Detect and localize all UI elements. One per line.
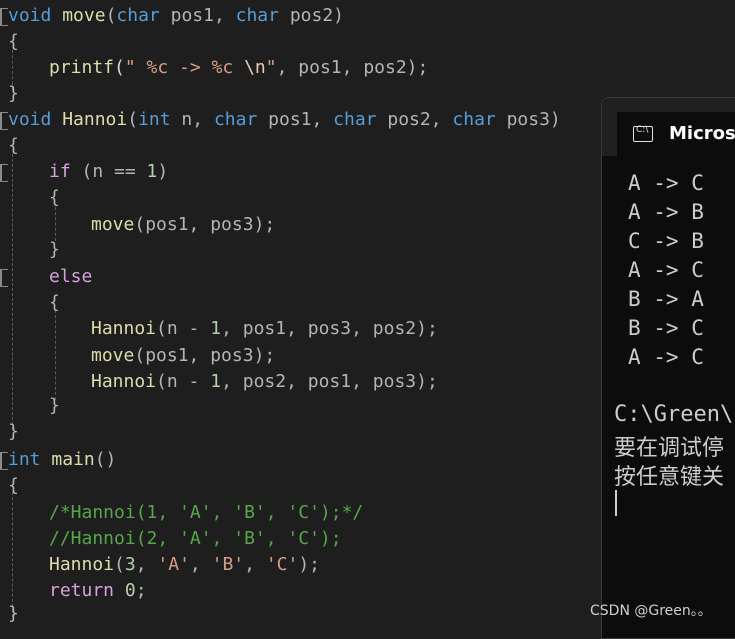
fold-marker[interactable] [0,269,8,287]
code-line[interactable]: { [8,474,19,498]
console-path: C:\Green\ [614,402,734,427]
function-name: Hannoi [62,109,128,130]
code-line[interactable]: } [8,602,19,626]
number-literal: 0 [124,580,136,601]
code-line[interactable]: { [49,291,60,315]
code-line[interactable]: void Hannoi(int n, char pos1, char pos2,… [8,108,561,132]
indent-guide [12,154,13,430]
function-name: main [51,449,95,470]
keyword: char [333,109,377,130]
code-line[interactable]: if (n == 1) [49,160,168,184]
code-line[interactable]: int main() [8,448,116,472]
code-line[interactable]: { [8,134,19,158]
fold-marker[interactable] [0,164,8,182]
code-line[interactable]: move(pos1, pos3); [91,213,275,237]
console-title: Microso [669,123,735,144]
indent-guide [12,492,13,617]
number-literal: 3 [124,554,136,575]
fold-marker[interactable] [0,112,8,130]
function-name: Hannoi [91,371,157,392]
keyword: char [213,109,258,130]
number-literal: 1 [210,318,222,339]
char-literal: 'A' [157,554,190,575]
fold-marker[interactable] [0,8,8,26]
keyword: if [49,161,71,182]
code-line[interactable]: Hannoi(n - 1, pos2, pos1, pos3); [91,370,438,394]
console-message: 要在调试停 [614,436,725,461]
code-line[interactable]: else [49,265,92,289]
function-name: move [91,345,135,366]
text-cursor [615,490,617,516]
code-line[interactable]: //Hannoi(2, 'A', 'B', 'C'); [49,527,342,551]
fold-marker[interactable] [0,452,8,470]
console-output-line: A -> C [628,345,704,369]
keyword: char [235,5,279,26]
code-line[interactable]: } [8,82,19,106]
code-line[interactable]: } [49,238,60,262]
char-literal: 'B' [211,554,245,575]
code-line[interactable]: { [49,186,60,210]
number-literal: 1 [146,161,158,182]
code-line[interactable]: { [8,30,19,54]
function-name: Hannoi [91,318,157,339]
console-output-line: A -> C [628,171,704,195]
indent-guide [55,310,56,400]
keyword: int [8,449,41,470]
code-line[interactable]: return 0; [49,579,147,603]
code-line[interactable]: } [49,394,60,418]
keyword: void [8,5,52,26]
keyword: char [116,5,160,26]
console-output-line: A -> B [628,200,704,224]
code-line[interactable]: move(pos1, pos3); [91,344,275,368]
keyword: return [49,580,115,601]
watermark: CSDN @Green。。 [590,603,712,619]
code-line[interactable]: Hannoi(n - 1, pos1, pos3, pos2); [91,317,438,341]
function-name: Hannoi [49,554,115,575]
function-name: printf [49,57,115,78]
code-line[interactable]: } [8,420,19,444]
console-output-line: C -> B [628,229,704,253]
keyword: int [138,109,171,130]
code-line[interactable]: printf(" %c -> %c \n", pos1, pos2); [49,56,428,80]
keyword: char [452,109,496,130]
console-tab[interactable]: C:\ Microso [617,112,735,156]
comment: /*Hannoi(1, 'A', 'B', 'C');*/ [49,502,364,523]
function-name: move [62,5,106,26]
console-message: 按任意键关 [614,465,725,490]
code-line[interactable]: void move(char pos1, char pos2) [8,4,344,28]
code-line[interactable]: Hannoi(3, 'A', 'B', 'C'); [49,553,320,577]
function-name: move [91,214,135,235]
indent-guide [55,207,56,241]
char-literal: 'C' [265,554,299,575]
console-titlebar[interactable]: C:\ Microso [602,98,735,156]
console-window[interactable]: C:\ Microso A -> C A -> B C -> B A -> C … [601,97,735,639]
keyword: else [49,266,93,287]
console-output-line: A -> C [628,258,704,282]
terminal-icon: C:\ [633,125,653,142]
comment: //Hannoi(2, 'A', 'B', 'C'); [49,528,342,549]
console-output-line: B -> C [628,316,704,340]
code-line[interactable]: /*Hannoi(1, 'A', 'B', 'C');*/ [49,501,363,525]
console-output-line: B -> A [628,287,704,311]
string-literal: " %c -> %c [124,57,245,78]
number-literal: 1 [210,371,222,392]
keyword: void [8,109,52,130]
